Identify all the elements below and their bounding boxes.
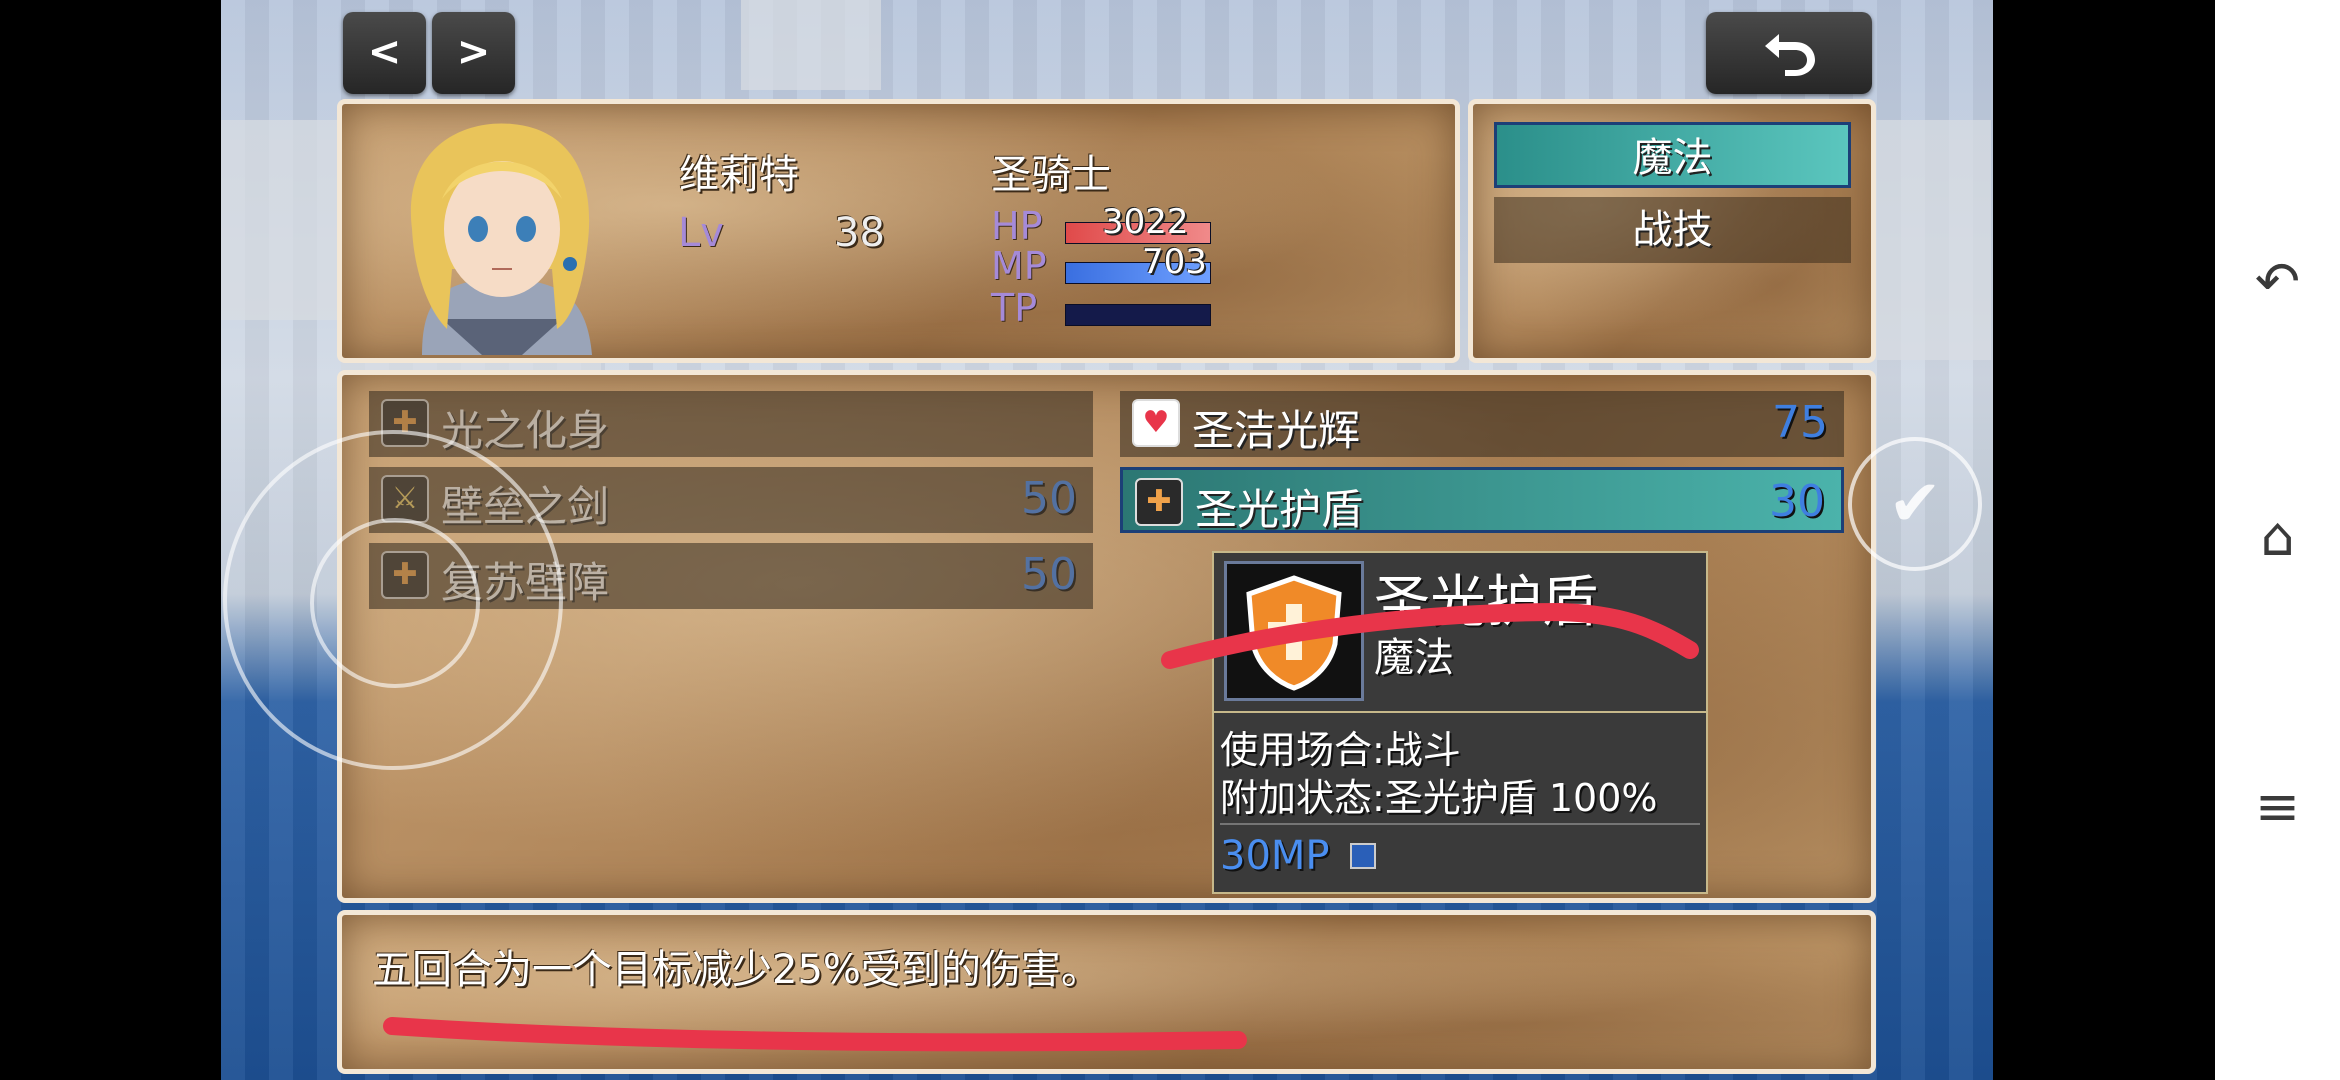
help-window: 五回合为一个目标减少25%受到的伤害。 [337,910,1876,1074]
actor-portrait [410,123,592,355]
skill-item-selected[interactable]: ✚ 圣光护盾 30 [1120,467,1844,534]
actor-level: 38 [834,210,885,256]
skill-tooltip: 圣光护盾 魔法 使用场合:战斗 附加状态:圣光护盾 100% 30MP [1212,551,1708,894]
tooltip-divider [1214,711,1706,713]
joystick-knob[interactable] [310,518,480,688]
system-navbar: ↶ ⌂ ≡ [2215,0,2340,1080]
skill-cost: 50 [1021,549,1077,600]
hp-value: 3022 [1102,202,1189,242]
shield-icon: ✚ [1135,478,1183,526]
tooltip-icon-frame [1224,561,1364,701]
tp-label: TP [991,286,1038,330]
tooltip-occasion: 使用场合:战斗 [1220,728,1461,772]
heart-icon: ♥ [1132,399,1180,447]
back-button[interactable] [1706,12,1872,94]
tooltip-divider [1220,823,1700,825]
confirm-button[interactable]: ✔ [1848,437,1982,571]
back-arrow-icon [1765,34,1815,76]
actor-name: 维莉特 [679,152,799,198]
prev-actor-button[interactable]: < [343,12,426,94]
tooltip-type: 魔法 [1374,635,1454,681]
skill-name: 圣光护盾 [1195,485,1364,534]
skill-cost: 50 [1021,473,1077,524]
skill-item[interactable]: ✚ 光之化身 [369,391,1093,457]
home-nav-icon[interactable]: ⌂ [2215,510,2340,564]
hp-label: HP [991,204,1043,248]
mp-value: 703 [1142,242,1207,282]
command-skill[interactable]: 战技 [1494,197,1851,263]
menu-nav-icon[interactable]: ≡ [2215,780,2340,834]
skill-item[interactable]: ♥ 圣洁光辉 75 [1120,391,1844,457]
shield-icon [1246,575,1342,691]
status-window: 维莉特 圣骑士 Lv 38 HP 3022 MP 703 TP [337,99,1460,363]
skill-cost: 75 [1772,397,1828,448]
back-nav-icon[interactable]: ↶ [2215,255,2340,309]
next-actor-button[interactable]: > [432,12,515,94]
level-label: Lv [678,210,724,256]
tooltip-state: 附加状态:圣光护盾 100% [1220,776,1658,820]
skill-cost: 30 [1769,476,1825,527]
mp-icon [1350,843,1376,869]
skill-name: 圣洁光辉 [1192,406,1361,455]
tooltip-cost: 30MP [1220,833,1330,879]
mp-label: MP [991,244,1047,288]
tp-gauge [1065,304,1211,326]
command-magic[interactable]: 魔法 [1494,122,1851,188]
actor-class: 圣骑士 [991,152,1111,198]
help-text: 五回合为一个目标减少25%受到的伤害。 [372,947,1101,993]
check-icon: ✔ [1888,467,1942,541]
